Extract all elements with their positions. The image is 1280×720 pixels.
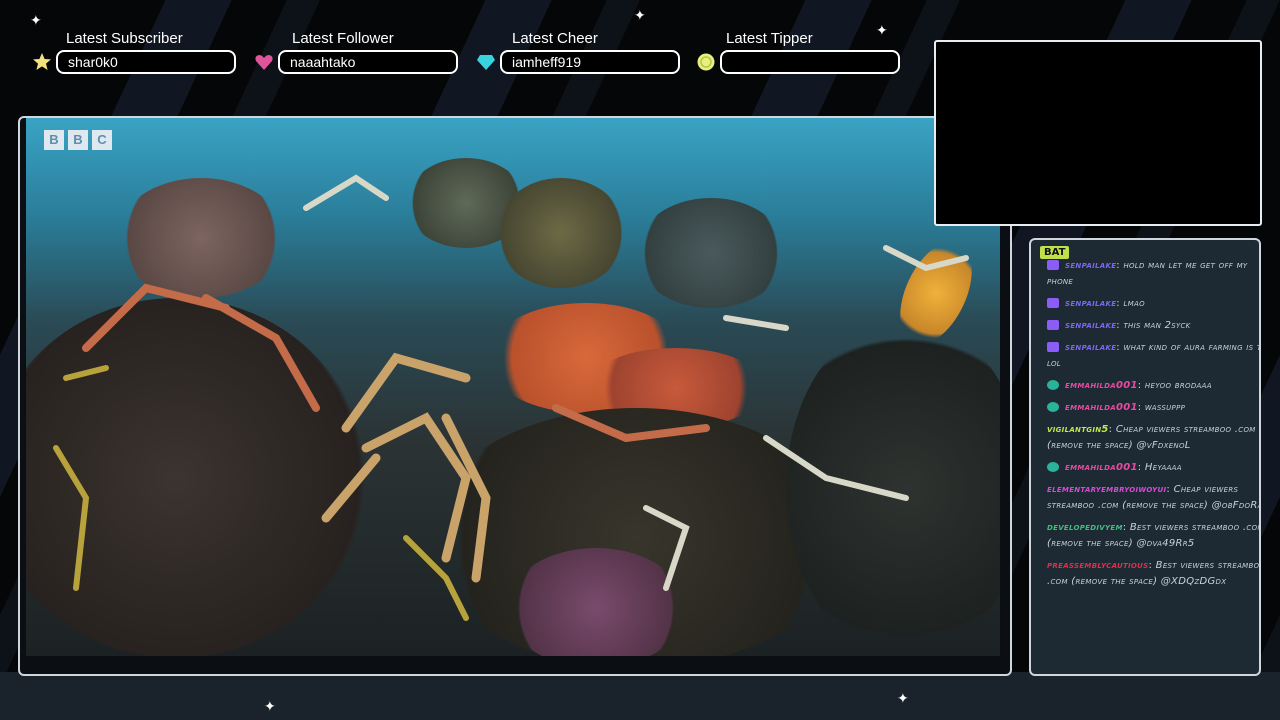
chat-username[interactable]: developedivyem — [1047, 522, 1123, 533]
sub-badge-icon — [1047, 298, 1059, 308]
gem-icon — [477, 55, 495, 70]
stat-title: Latest Tipper — [726, 30, 813, 47]
drop-badge-icon — [1047, 462, 1059, 472]
sparkle-icon: ✦ — [264, 699, 276, 715]
sparkle-icon: ✦ — [30, 13, 42, 29]
chat-username[interactable]: emmahilda001 — [1065, 402, 1138, 413]
webcam-frame — [934, 40, 1262, 226]
chat-overlay-tag: BAT — [1040, 246, 1070, 259]
chat-username[interactable]: senpailake — [1065, 260, 1116, 271]
heart-icon — [255, 55, 273, 70]
watermark-letter: B — [44, 130, 64, 150]
stat-title: Latest Follower — [292, 30, 394, 47]
chat-text: heyoo brodaaa — [1144, 380, 1212, 391]
stat-value-box: shar0k0 — [56, 50, 236, 74]
star-icon — [33, 53, 51, 70]
background-bottom-band — [0, 672, 1280, 720]
chat-text: this man 2syck — [1123, 320, 1191, 331]
chat-text: Heyaaaa — [1144, 462, 1182, 473]
sparkle-icon: ✦ — [634, 8, 646, 24]
video-player[interactable]: B B C — [26, 118, 1000, 656]
stat-title: Latest Cheer — [512, 30, 598, 47]
watermark-letter: B — [68, 130, 88, 150]
drop-badge-icon — [1047, 402, 1059, 412]
chat-message: developedivyem: Best viewers streamboo .… — [1047, 520, 1259, 552]
chat-message: senpailake: lmao — [1047, 296, 1259, 312]
sparkle-icon: ✦ — [897, 691, 909, 707]
chat-message: emmahilda001: heyoo brodaaa — [1047, 378, 1259, 394]
drop-badge-icon — [1047, 380, 1059, 390]
chat-username[interactable]: emmahilda001 — [1065, 462, 1138, 473]
sub-badge-icon — [1047, 260, 1059, 270]
chat-username[interactable]: senpailake — [1065, 320, 1116, 331]
chat-message: vigilantgin5: Cheap viewers streamboo .c… — [1047, 424, 1256, 451]
sub-badge-icon — [1047, 342, 1059, 352]
chat-message: senpailake: this man 2syck — [1047, 318, 1259, 334]
chat-username[interactable]: senpailake — [1065, 298, 1116, 309]
chat-text: wassuppp — [1144, 402, 1186, 413]
chat-username[interactable]: preassemblycautious — [1047, 560, 1149, 571]
chat-username[interactable]: elementaryembryoiwoyui — [1047, 484, 1166, 495]
chat-text: lmao — [1123, 298, 1145, 309]
chat-message-list: senpailake: hold man let me get off my p… — [1047, 240, 1259, 596]
coin-icon — [697, 53, 715, 71]
sub-badge-icon — [1047, 320, 1059, 330]
chat-panel[interactable]: senpailake: hold man let me get off my p… — [1029, 238, 1261, 676]
chat-message: senpailake: hold man let me get off my p… — [1047, 260, 1248, 287]
watermark-letter: C — [92, 130, 112, 150]
stat-value-box: iamheff919 — [500, 50, 680, 74]
stat-value-box: naaahtako — [278, 50, 458, 74]
chat-message: senpailake: what kind of aura farming is… — [1047, 340, 1259, 372]
bbc-watermark: B B C — [44, 130, 112, 150]
crab-legs-graphic — [53, 174, 969, 621]
sparkle-icon: ✦ — [876, 23, 888, 39]
chat-username[interactable]: emmahilda001 — [1065, 380, 1138, 391]
chat-username[interactable]: senpailake — [1065, 342, 1116, 353]
chat-message: elementaryembryoiwoyui: Cheap viewers st… — [1047, 482, 1259, 514]
chat-message: preassemblycautious: Best viewers stream… — [1047, 558, 1259, 590]
chat-message: emmahilda001: Heyaaaa — [1047, 460, 1259, 476]
chat-username[interactable]: vigilantgin5 — [1047, 424, 1109, 435]
stat-value-box — [720, 50, 900, 74]
stat-title: Latest Subscriber — [66, 30, 183, 47]
chat-message: emmahilda001: wassuppp — [1047, 400, 1259, 416]
chat-spacer — [1047, 240, 1259, 258]
